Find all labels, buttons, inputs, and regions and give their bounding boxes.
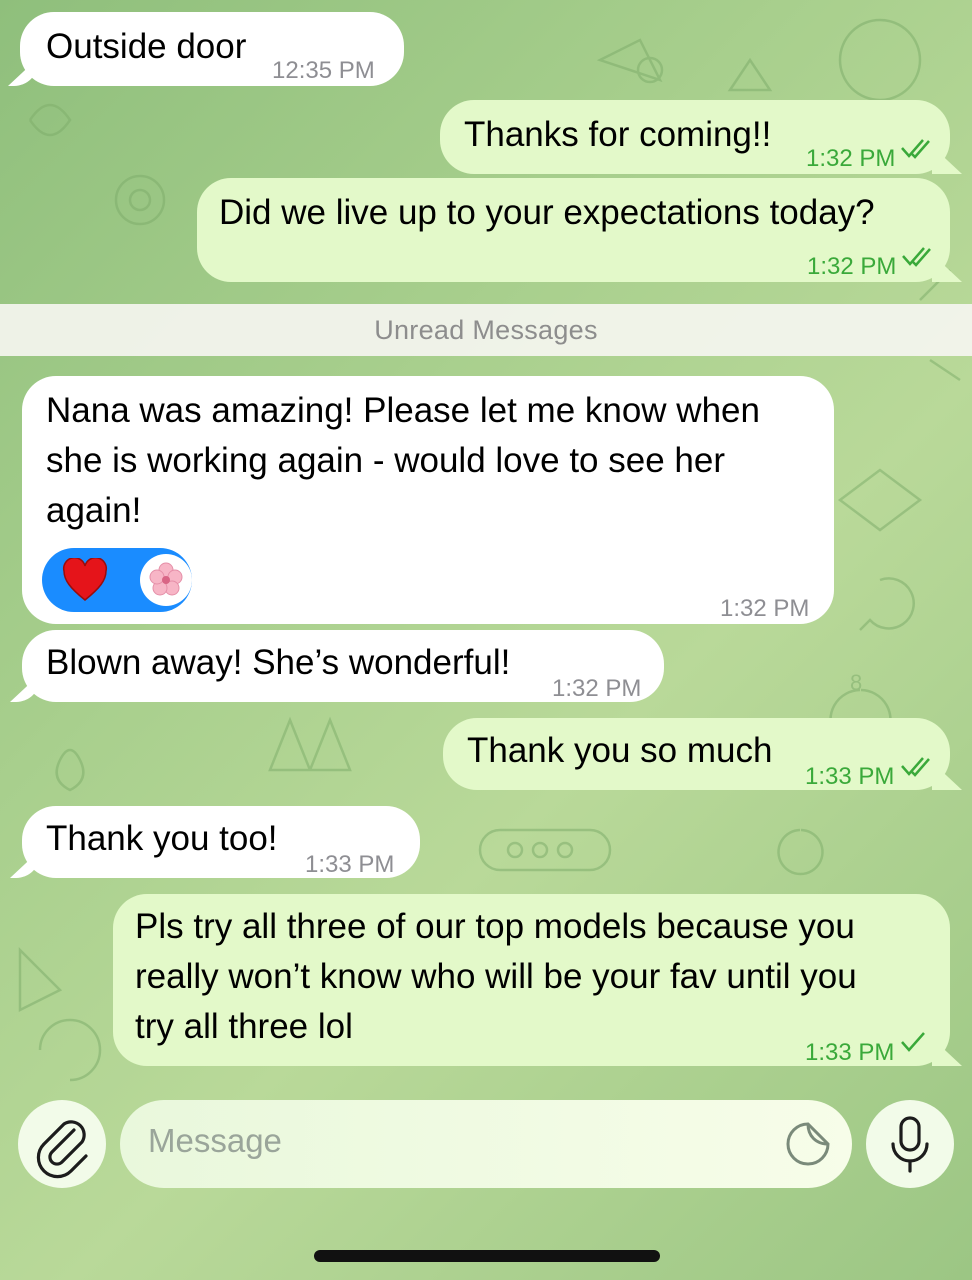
attach-button[interactable] [18, 1100, 106, 1188]
message-timestamp: 12:35 PM [272, 57, 375, 84]
message-text: Did we live up to your expectations toda… [219, 193, 875, 232]
double-check-icon [902, 247, 931, 267]
svg-text:8: 8 [850, 670, 862, 695]
message-line: again! [46, 491, 142, 530]
message-line: Nana was amazing! Please let me know whe… [46, 391, 760, 430]
message-text: Pls try all three of our top models beca… [135, 902, 857, 1052]
divider-label: Unread Messages [374, 314, 598, 345]
message-timestamp: 1:33 PM [805, 763, 895, 790]
message-text: Thank you too! [46, 819, 278, 858]
microphone-icon [891, 1116, 929, 1173]
outgoing-message-bubble[interactable]: Thank you so much 1:33 PM [443, 718, 950, 790]
message-timestamp: 1:32 PM [806, 145, 896, 172]
cherry-blossom-icon [140, 554, 192, 606]
incoming-message-bubble[interactable]: Nana was amazing! Please let me know whe… [22, 376, 834, 624]
message-timestamp: 1:33 PM [305, 851, 395, 878]
outgoing-message-bubble[interactable]: Pls try all three of our top models beca… [113, 894, 950, 1066]
message-text: Thanks for coming!! [464, 115, 772, 154]
paperclip-icon [36, 1120, 88, 1179]
message-timestamp: 1:32 PM [552, 675, 642, 702]
reaction-pill[interactable] [42, 548, 192, 612]
single-check-icon [901, 1032, 925, 1052]
voice-message-button[interactable] [866, 1100, 954, 1188]
outgoing-message-bubble[interactable]: Thanks for coming!! 1:32 PM [440, 100, 950, 174]
message-text: Blown away! She’s wonderful! [46, 643, 511, 682]
message-timestamp: 1:32 PM [807, 253, 897, 280]
message-line: she is working again - would love to see… [46, 441, 725, 480]
incoming-message-bubble[interactable]: Outside door 12:35 PM [20, 12, 404, 86]
message-line: really won’t know who will be your fav u… [135, 957, 857, 996]
outgoing-message-bubble[interactable]: Did we live up to your expectations toda… [197, 178, 950, 282]
message-placeholder: Message [148, 1122, 282, 1159]
heart-icon [62, 558, 108, 601]
message-text: Thank you so much [467, 731, 773, 770]
message-timestamp: 1:33 PM [805, 1039, 895, 1066]
incoming-message-bubble[interactable]: Blown away! She’s wonderful! 1:32 PM [22, 630, 664, 702]
message-line: Pls try all three of our top models beca… [135, 907, 855, 946]
message-input[interactable]: Message [120, 1100, 852, 1188]
message-timestamp: 1:32 PM [720, 595, 810, 622]
incoming-message-bubble[interactable]: Thank you too! 1:33 PM [22, 806, 420, 878]
home-indicator [314, 1250, 660, 1262]
message-text: Outside door [46, 27, 247, 66]
message-line: try all three lol [135, 1007, 353, 1046]
double-check-icon [901, 757, 930, 777]
sticker-icon[interactable] [784, 1120, 832, 1168]
double-check-icon [901, 139, 930, 159]
unread-messages-divider: Unread Messages [0, 304, 972, 356]
message-text: Nana was amazing! Please let me know whe… [46, 386, 760, 536]
